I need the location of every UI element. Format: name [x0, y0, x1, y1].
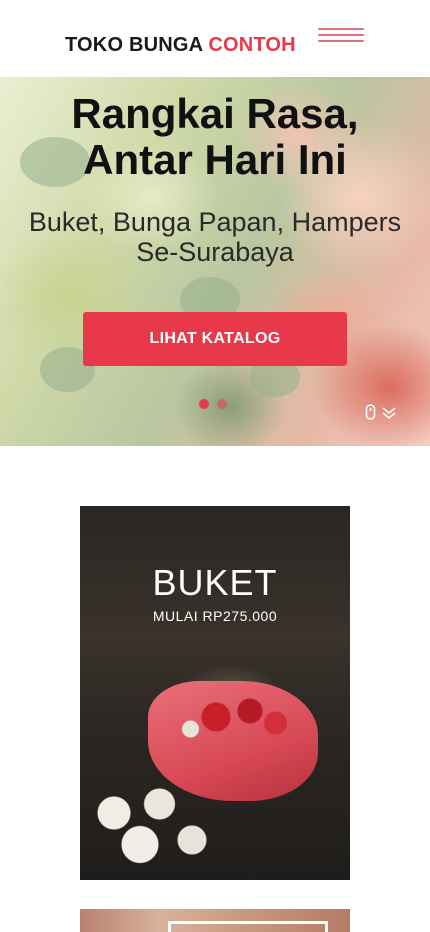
category-card-buket[interactable]: BUKET MULAI RP275.000	[80, 506, 350, 880]
slider-dot-1[interactable]	[199, 399, 209, 409]
hero-subtitle-line1: Buket, Bunga Papan, Hampers	[28, 207, 402, 237]
site-logo[interactable]: TOKO BUNGA CONTOH	[65, 34, 296, 57]
category-title: BUKET	[152, 562, 278, 603]
category-label-frame	[168, 921, 328, 932]
double-chevron-down-icon	[382, 407, 396, 420]
hamburger-menu-icon[interactable]	[318, 26, 364, 44]
bouquet-image	[148, 681, 318, 801]
slider-dots	[199, 399, 227, 409]
category-price: MULAI RP275.000	[152, 608, 278, 624]
hero-title: Rangkai Rasa, Antar Hari Ini	[0, 91, 430, 183]
scroll-down-hint[interactable]	[365, 404, 399, 422]
orchid-image	[88, 786, 218, 876]
hero-subtitle: Buket, Bunga Papan, Hampers Se-Surabaya	[0, 207, 430, 267]
hero-subtitle-line2: Se-Surabaya	[136, 237, 294, 267]
view-catalog-button[interactable]: LIHAT KATALOG	[83, 312, 347, 366]
hero-banner: Rangkai Rasa, Antar Hari Ini Buket, Bung…	[0, 77, 430, 446]
slider-dot-2[interactable]	[217, 399, 227, 409]
logo-text: TOKO BUNGA	[65, 34, 209, 56]
hero-title-line2: Antar Hari Ini	[83, 136, 347, 183]
category-card-next[interactable]	[80, 909, 350, 932]
hero-title-line1: Rangkai Rasa,	[71, 90, 359, 137]
site-header: TOKO BUNGA CONTOH	[0, 0, 430, 77]
logo-accent-text: CONTOH	[208, 34, 296, 56]
